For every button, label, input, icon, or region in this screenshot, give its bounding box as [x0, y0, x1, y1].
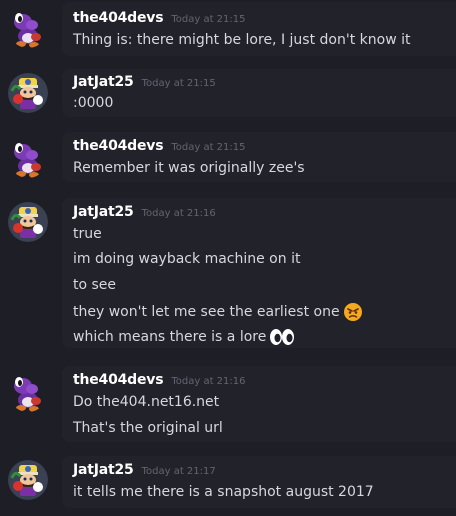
- message-text: true: [73, 226, 102, 242]
- message-text: which means there is a lore: [73, 329, 267, 345]
- message-timestamp: Today at 21:17: [141, 466, 216, 477]
- message-author[interactable]: JatJat25: [73, 462, 134, 478]
- message-author[interactable]: JatJat25: [73, 74, 134, 90]
- message-timestamp: Today at 21:15: [171, 14, 246, 25]
- angry-face-emoji: [343, 302, 363, 322]
- eyes-emoji: [269, 328, 295, 346]
- message-line-with-emoji: which means there is a lore: [73, 328, 295, 346]
- wario-avatar[interactable]: [8, 460, 48, 500]
- message-author[interactable]: JatJat25: [73, 204, 134, 220]
- wario-icon: [8, 460, 48, 500]
- message-timestamp: Today at 21:16: [171, 376, 246, 387]
- message-timestamp: Today at 21:15: [141, 78, 216, 89]
- message-text: it tells me there is a snapshot august 2…: [73, 484, 374, 500]
- message-text: im doing wayback machine on it: [73, 251, 301, 267]
- purple-yoshi-icon: [14, 13, 41, 48]
- purple-yoshi-icon: [14, 377, 41, 412]
- wario-icon: [8, 202, 48, 242]
- chat-message-list: the404devs Today at 21:15 Thing is: ther…: [0, 0, 456, 516]
- message-text: :0000: [73, 95, 114, 111]
- angry-face-icon: [343, 303, 362, 321]
- message-group: JatJat25 Today at 21:16 true im doing wa…: [0, 198, 456, 348]
- message-author[interactable]: the404devs: [73, 10, 164, 26]
- message-text: That's the original url: [73, 420, 223, 436]
- message-text: Do the404.net16.net: [73, 394, 220, 410]
- message-author[interactable]: the404devs: [73, 372, 164, 388]
- eyes-icon: [270, 329, 295, 345]
- message-text: Thing is: there might be lore, I just do…: [73, 32, 411, 48]
- message-group: the404devs Today at 21:15 Remember it wa…: [0, 132, 456, 182]
- message-author[interactable]: the404devs: [73, 138, 164, 154]
- message-group: JatJat25 Today at 21:17 it tells me ther…: [0, 456, 456, 508]
- message-text: to see: [73, 277, 117, 293]
- message-timestamp: Today at 21:16: [141, 208, 216, 219]
- message-group: JatJat25 Today at 21:15 :0000: [0, 69, 456, 117]
- purple-yoshi-avatar[interactable]: [8, 8, 48, 48]
- purple-yoshi-icon: [14, 143, 41, 178]
- message-text: Remember it was originally zee's: [73, 160, 305, 176]
- message-group: the404devs Today at 21:15 Thing is: ther…: [0, 2, 456, 56]
- message-group: the404devs Today at 21:16 Do the404.net1…: [0, 366, 456, 442]
- purple-yoshi-avatar[interactable]: [8, 138, 48, 178]
- message-line-with-emoji: they won't let me see the earliest one: [73, 302, 363, 322]
- message-timestamp: Today at 21:15: [171, 142, 246, 153]
- message-text: they won't let me see the earliest one: [73, 304, 340, 320]
- wario-avatar[interactable]: [8, 202, 48, 242]
- wario-icon: [8, 73, 48, 113]
- wario-avatar[interactable]: [8, 73, 48, 113]
- purple-yoshi-avatar[interactable]: [8, 372, 48, 412]
